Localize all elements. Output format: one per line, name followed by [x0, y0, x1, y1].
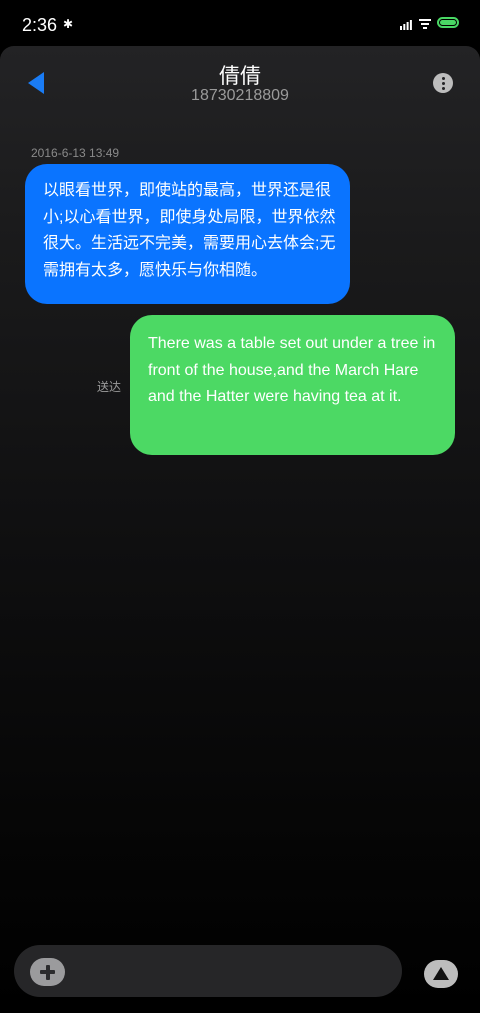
status-time: 2:36: [22, 15, 58, 35]
signal-icon: [400, 20, 412, 30]
delivery-status: 送达: [97, 380, 122, 394]
messaging-screen: 2:36 ✱ 倩倩 18730218809 2016-6-13 13:49 以眼…: [0, 0, 480, 1013]
send-icon[interactable]: [424, 960, 458, 988]
bluetooth-icon: ✱: [63, 17, 74, 31]
incoming-message-bubble[interactable]: 以眼看世界，即使站的最高，世界还是很小;以心看世界，即使身处局限，世界依然很大。…: [25, 164, 350, 304]
message-timestamp: 2016-6-13 13:49: [31, 146, 120, 160]
contact-name: 倩倩: [219, 65, 261, 88]
outgoing-message-bubble[interactable]: There was a table set out under a tree i…: [130, 315, 455, 455]
more-info-icon[interactable]: [433, 73, 453, 93]
contact-number: 18730218809: [191, 87, 289, 104]
add-attachment-icon[interactable]: [30, 958, 65, 986]
status-bar: 2:36 ✱: [0, 0, 480, 46]
wifi-icon: [419, 19, 431, 29]
battery-icon: [437, 17, 459, 28]
message-input[interactable]: [14, 945, 402, 997]
